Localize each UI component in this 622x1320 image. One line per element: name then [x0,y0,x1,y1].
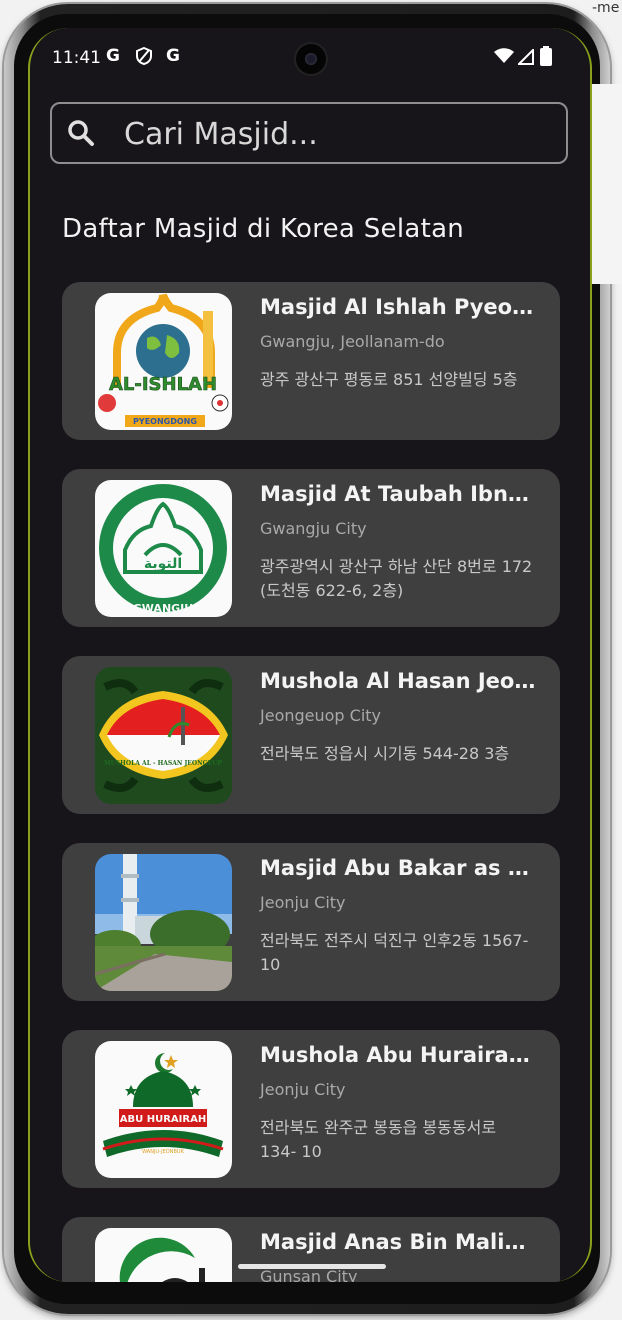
mosque-address: 광주광역시 광산구 하남 산단 8번로 172 (도천동 622-6, 2층) [260,557,533,600]
logo-text: ABU HURAIRAH [120,1114,206,1125]
mosque-logo: ABU HURAIRAH WANJU-JEONBUK [95,1041,232,1178]
mosque-address: 전라북도 완주군 봉동읍 봉동동서로 134- 10 [260,1118,497,1161]
mosque-card[interactable]: MUSHOLA AL - HASAN JEONGEUP Mushola Al H… [62,656,560,814]
mosque-card[interactable]: ABU HURAIRAH WANJU-JEONBUK Mushola Abu H… [62,1030,560,1188]
mosque-card[interactable]: Masjid Anas Bin Malik Gunsan Gunsan City [62,1217,560,1282]
mosque-city: Gwangju City [260,519,367,538]
mosque-logo: التوبة GWANGJU [95,480,232,617]
mosque-city: Jeonju City [260,1080,346,1099]
svg-text:التوبة: التوبة [144,556,182,572]
mosque-card[interactable]: التوبة GWANGJU Masjid At Taubah Ibnu Uma… [62,469,560,627]
mosque-name: Masjid Anas Bin Malik Gunsan [260,1230,538,1254]
wifi-icon [494,48,514,69]
home-indicator[interactable] [238,1264,386,1269]
mosque-city: Jeongeuop City [260,706,382,725]
mosque-name: Masjid Al Ishlah Pyeongdong [260,295,538,319]
google-icon: G [106,46,120,66]
mosque-city: Jeonju City [260,893,346,912]
mosque-address: 전라북도 정읍시 시기동 544-28 3층 [260,744,510,763]
background-window-text: -me [592,0,620,16]
logo-text: AL-ISHLAH [109,374,217,395]
status-bar: 11:41 G G [30,28,590,88]
mosque-city: Gwangju, Jeollanam-do [260,332,445,351]
logo-subtext: PYEONGDONG [133,417,197,426]
shield-icon [136,46,152,70]
mosque-logo [95,1228,232,1282]
status-time: 11:41 [52,48,101,68]
mosque-logo: MUSHOLA AL - HASAN JEONGEUP [95,667,232,804]
background-window-edge: -me [592,0,622,284]
mosque-logo: AL-ISHLAH PYEONGDONG [95,293,232,430]
mosque-name: Mushola Al Hasan Jeongeup [260,669,538,693]
battery-icon [540,46,552,71]
mosque-city: Gunsan City [260,1267,358,1282]
mosque-address: 광주 광산구 평동로 851 선양빌딩 5층 [260,370,518,389]
mosque-address: 전라북도 전주시 덕진구 인후2동 1567-10 [260,931,529,974]
app-screen: 11:41 G G Daftar Masjid di Korea Selatan [28,28,592,1282]
front-camera [296,44,326,74]
page-title: Daftar Masjid di Korea Selatan [62,214,465,244]
search-icon[interactable] [66,118,96,148]
mosque-photo [95,854,232,991]
google-icon: G [166,46,180,66]
search-bar[interactable] [50,102,568,164]
mosque-card[interactable]: AL-ISHLAH PYEONGDONG Masjid Al Ishlah Py… [62,282,560,440]
logo-subtext: WANJU-JEONBUK [142,1149,184,1155]
mosque-name: Masjid Abu Bakar as shiddiq [260,856,538,880]
mosque-name: Mushola Abu Hurairah Wanju [260,1043,538,1067]
mosque-name: Masjid At Taubah Ibnu Umar [260,482,538,506]
mosque-card[interactable]: Masjid Abu Bakar as shiddiq Jeonju City … [62,843,560,1001]
logo-subtext: GWANGJU [133,602,193,615]
logo-text: MUSHOLA AL - HASAN JEONGEUP [104,760,223,767]
signal-icon [516,47,534,70]
search-input[interactable] [122,114,556,154]
